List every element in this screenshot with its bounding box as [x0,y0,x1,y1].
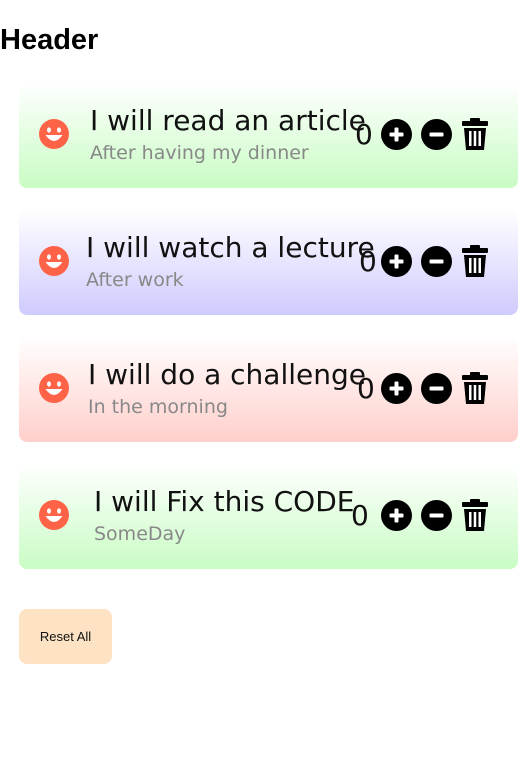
plus-circle-icon[interactable] [381,119,412,150]
habit-text: I will watch a lecture After work [86,231,375,292]
minus-circle-icon[interactable] [421,373,452,404]
trash-icon[interactable] [461,245,492,277]
plus-circle-icon[interactable] [381,500,412,531]
habit-text: I will do a challenge In the morning [88,358,366,419]
habit-card: I will do a challenge In the morning 0 [19,336,518,442]
minus-circle-icon[interactable] [421,246,452,277]
trash-icon[interactable] [461,372,492,404]
habit-subtitle: In the morning [88,396,228,418]
habit-card: I will Fix this CODE SomeDay 0 [19,463,518,569]
habit-card: I will watch a lecture After work 0 [19,209,518,315]
habit-title: I will do a challenge [88,358,366,391]
habit-count: 0 [357,372,375,405]
habit-list: I will read an article After having my d… [19,82,518,590]
minus-circle-icon[interactable] [421,500,452,531]
smiley-icon [39,246,69,276]
minus-circle-icon[interactable] [421,119,452,150]
page-title: Header [0,24,99,56]
habit-subtitle: After having my dinner [90,142,309,164]
habit-title: I will Fix this CODE [94,485,355,518]
smiley-icon [39,119,69,149]
smiley-icon [39,373,69,403]
smiley-icon [39,500,69,530]
habit-count: 0 [355,118,373,151]
habit-count: 0 [351,499,369,532]
plus-circle-icon[interactable] [381,246,412,277]
habit-title: I will watch a lecture [86,231,375,264]
habit-title: I will read an article [90,104,366,137]
habit-count: 0 [359,245,377,278]
plus-circle-icon[interactable] [381,373,412,404]
reset-all-button[interactable]: Reset All [19,609,112,664]
trash-icon[interactable] [461,499,492,531]
trash-icon[interactable] [461,118,492,150]
habit-text: I will Fix this CODE SomeDay [94,485,354,546]
habit-subtitle: After work [86,269,184,291]
habit-subtitle: SomeDay [94,523,186,545]
habit-text: I will read an article After having my d… [90,104,366,165]
habit-card: I will read an article After having my d… [19,82,518,188]
